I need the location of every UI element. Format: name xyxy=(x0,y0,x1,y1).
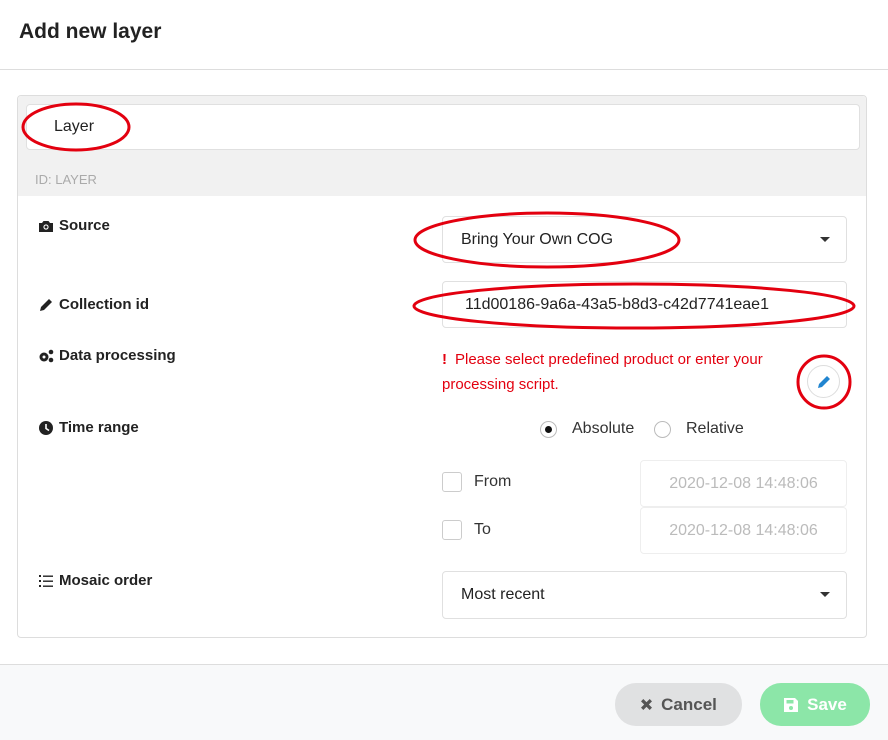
save-button[interactable]: Save xyxy=(760,683,870,726)
save-icon xyxy=(784,697,799,712)
mosaic-order-label: Mosaic order xyxy=(38,572,152,589)
camera-icon xyxy=(39,220,53,232)
from-date-value: 2020-12-08 14:48:06 xyxy=(669,474,818,492)
time-range-label-text: Time range xyxy=(59,419,139,436)
to-checkbox-row[interactable]: To xyxy=(442,520,491,540)
dialog-title: Add new layer xyxy=(19,20,162,43)
from-checkbox-row[interactable]: From xyxy=(442,472,511,492)
collection-id-value: 11d00186-9a6a-43a5-b8d3-c42d7741eae1 xyxy=(465,295,769,313)
clock-icon xyxy=(39,420,53,435)
to-date-value: 2020-12-08 14:48:06 xyxy=(669,521,818,539)
chevron-down-icon xyxy=(820,237,830,242)
cancel-label: Cancel xyxy=(661,694,717,714)
mosaic-order-label-text: Mosaic order xyxy=(59,572,153,589)
data-processing-label: Data processing xyxy=(38,347,176,364)
exclamation-icon: ! xyxy=(442,351,447,368)
list-icon xyxy=(39,574,53,587)
from-date-input[interactable]: 2020-12-08 14:48:06 xyxy=(640,460,847,507)
processing-error: ! Please select predefined product or ent… xyxy=(442,347,792,397)
collection-label: Collection id xyxy=(38,296,149,313)
collection-id-input[interactable]: 11d00186-9a6a-43a5-b8d3-c42d7741eae1 xyxy=(442,281,847,328)
pencil-icon xyxy=(817,375,830,388)
dialog-footer xyxy=(0,664,888,740)
source-select[interactable]: Bring Your Own COG xyxy=(442,216,847,263)
from-label: From xyxy=(474,473,512,490)
close-icon xyxy=(641,699,653,710)
radio-absolute-label: Absolute xyxy=(572,420,635,437)
layer-id: ID: LAYER xyxy=(35,172,97,187)
radio-absolute-circle[interactable] xyxy=(540,420,557,438)
source-value: Bring Your Own COG xyxy=(461,230,614,248)
radio-relative-circle[interactable] xyxy=(654,420,671,438)
save-label: Save xyxy=(807,694,847,714)
layer-name-input[interactable]: Layer xyxy=(26,104,860,150)
mosaic-order-select[interactable]: Most recent xyxy=(442,571,847,619)
collection-label-text: Collection id xyxy=(59,296,149,313)
from-checkbox[interactable] xyxy=(442,472,462,492)
header-divider xyxy=(0,69,888,70)
cancel-button[interactable]: Cancel xyxy=(615,683,742,726)
mosaic-order-value: Most recent xyxy=(461,586,545,603)
processing-error-text: Please select predefined product or ente… xyxy=(442,351,763,393)
chevron-down-icon xyxy=(820,592,830,597)
source-label-text: Source xyxy=(59,217,110,234)
source-label: Source xyxy=(38,217,110,234)
pencil-icon xyxy=(40,298,52,311)
edit-processing-button[interactable] xyxy=(807,365,840,398)
to-date-input[interactable]: 2020-12-08 14:48:06 xyxy=(640,507,847,554)
to-checkbox[interactable] xyxy=(442,520,462,540)
layer-name-value: Layer xyxy=(54,118,95,135)
time-range-label: Time range xyxy=(38,419,139,436)
to-label: To xyxy=(474,521,491,538)
radio-relative[interactable]: Relative xyxy=(654,420,744,438)
radio-absolute[interactable]: Absolute xyxy=(540,420,634,438)
cogs-icon xyxy=(39,349,54,362)
radio-relative-label: Relative xyxy=(686,420,744,437)
data-processing-label-text: Data processing xyxy=(59,347,176,364)
